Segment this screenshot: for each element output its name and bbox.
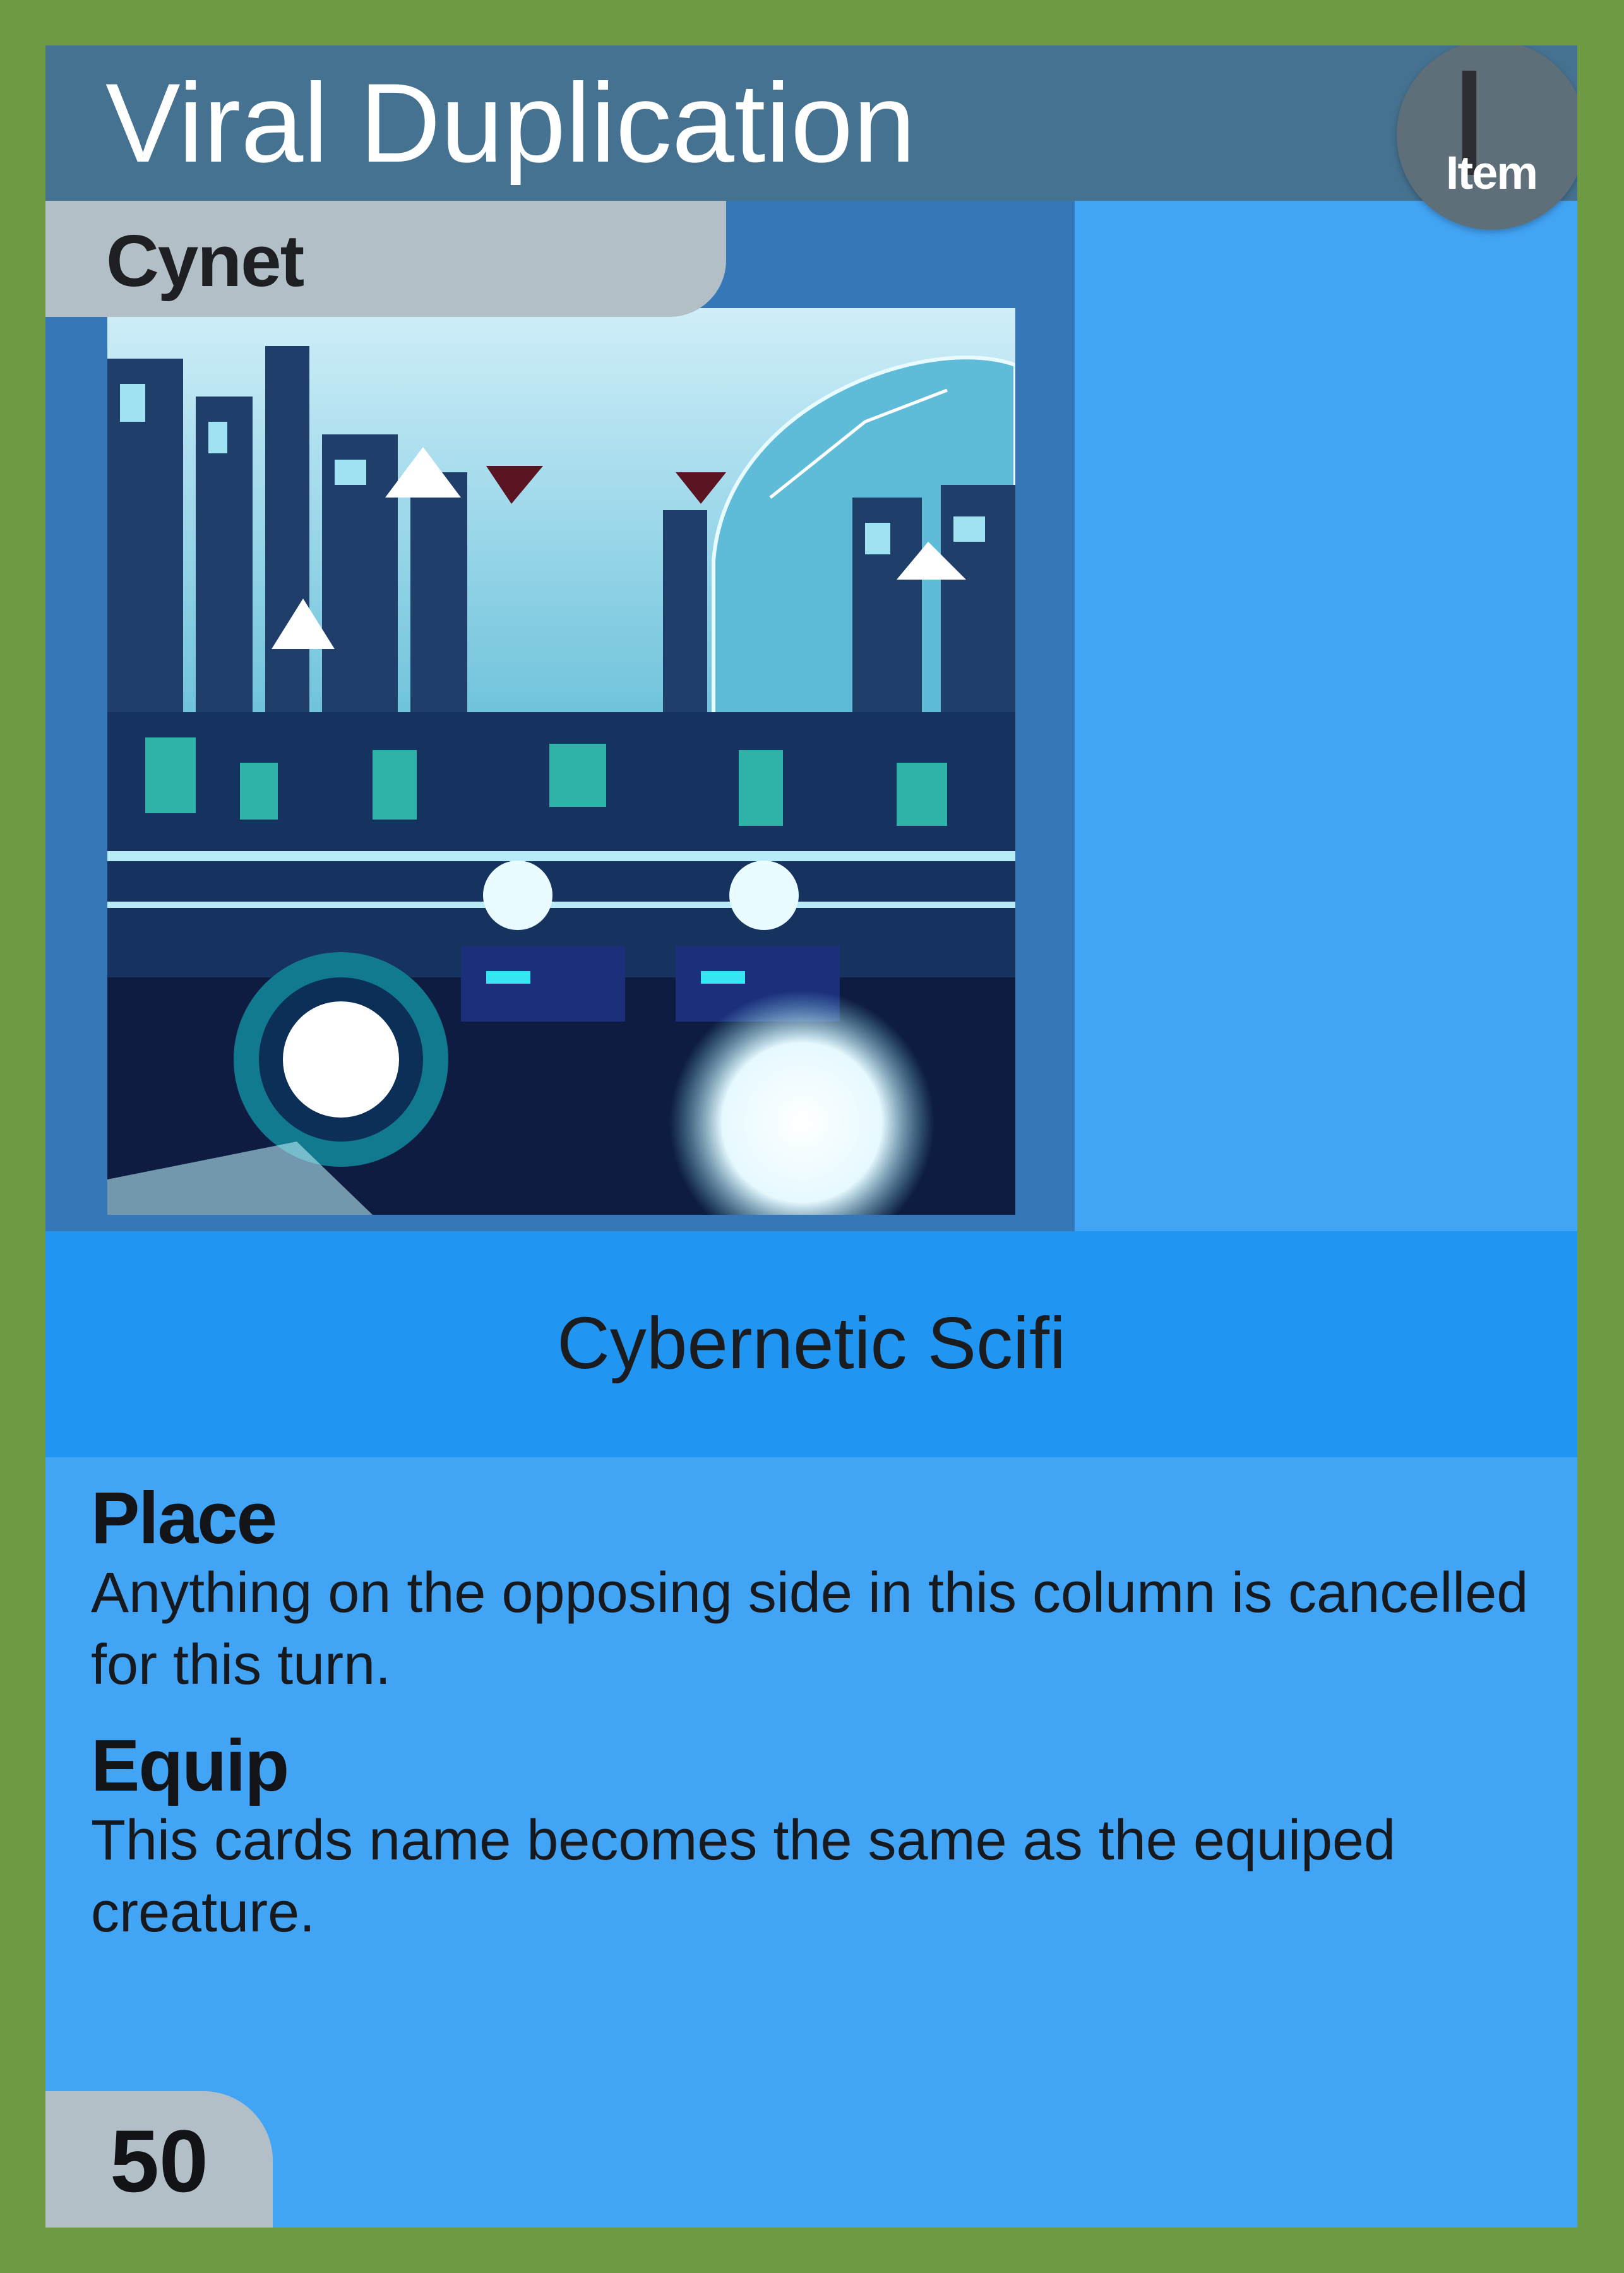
ability-text: Anything on the opposing side in this co… bbox=[91, 1561, 1529, 1697]
faction-tab: Cynet bbox=[45, 201, 726, 317]
title-bar: Viral Duplication bbox=[45, 45, 1577, 201]
ability-name: Place bbox=[91, 1477, 277, 1559]
subtype-label: Cybernetic Scifi bbox=[557, 1302, 1066, 1384]
card-type-label: Item bbox=[1445, 146, 1538, 199]
ability-name: Equip bbox=[91, 1724, 289, 1806]
ability-equip: Equip This cards name becomes the same a… bbox=[91, 1726, 1543, 1948]
ability-place: Place Anything on the opposing side in t… bbox=[91, 1479, 1543, 1701]
art-frame bbox=[45, 201, 1075, 1231]
card-title: Viral Duplication bbox=[105, 60, 916, 186]
faction-label: Cynet bbox=[106, 220, 304, 302]
card-type-badge: I Item bbox=[1397, 45, 1577, 230]
cost-tab: 50 bbox=[45, 2091, 273, 2228]
cost-value: 50 bbox=[110, 2111, 208, 2210]
abilities-box: Place Anything on the opposing side in t… bbox=[91, 1479, 1543, 1974]
card-artwork bbox=[107, 308, 1015, 1215]
ability-text: This cards name becomes the same as the … bbox=[91, 1809, 1396, 1944]
cyber-city-illustration bbox=[107, 308, 1015, 1215]
subtype-band: Cybernetic Scifi bbox=[45, 1231, 1577, 1457]
game-card[interactable]: Viral Duplication Cynet I Item Cyberneti… bbox=[45, 45, 1577, 2228]
